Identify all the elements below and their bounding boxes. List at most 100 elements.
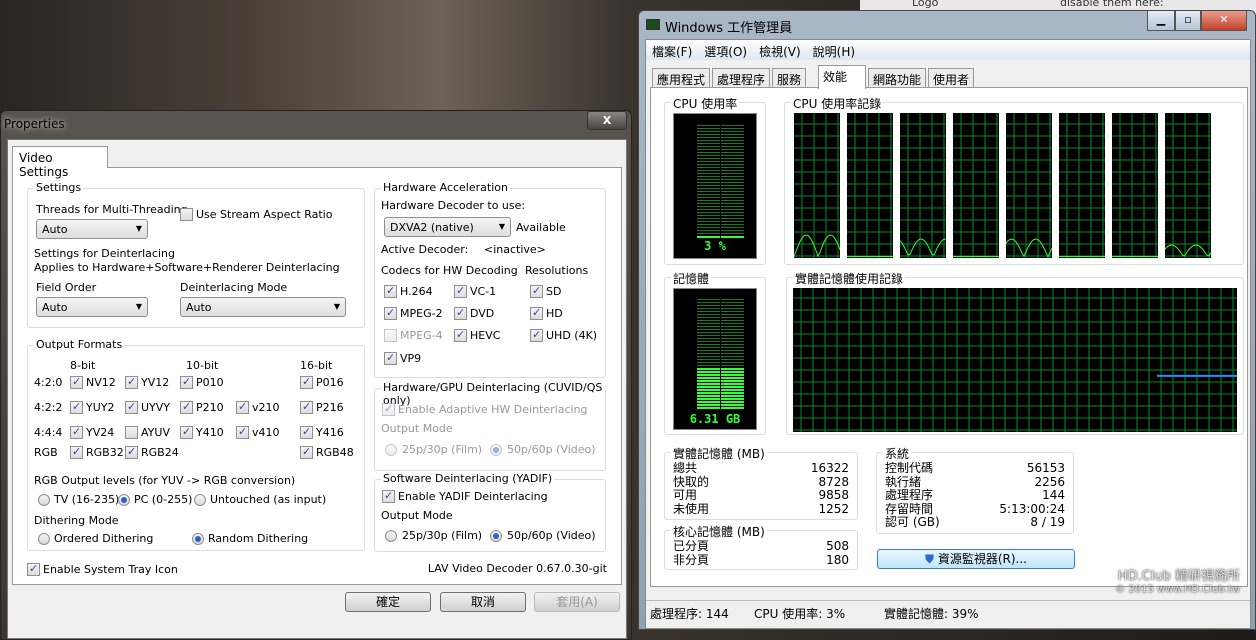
codec-vc-1-label: VC-1: [470, 285, 497, 298]
stat-row: 認可 (GB) 8 / 19: [885, 515, 1065, 530]
meter-segment: [721, 149, 744, 150]
format-ayuv-checkbox[interactable]: [125, 426, 138, 439]
group-title: 系統: [883, 445, 912, 462]
menu-options[interactable]: 選項(O): [704, 45, 747, 59]
kernel-memory-stats: 已分頁 508 非分頁 180: [673, 539, 849, 567]
format-p216-checkbox[interactable]: [300, 400, 313, 414]
meter-segment: [721, 383, 744, 385]
threads-select[interactable]: Auto: [36, 219, 148, 239]
meter-segment: [721, 326, 744, 327]
meter-segment: [697, 350, 720, 351]
physical-memory-stats: 總共 16322 快取的 8728 可用 9858 未使用 1252: [673, 461, 849, 516]
format-rgb48-checkbox[interactable]: [300, 445, 313, 459]
codec-mpeg-2-checkbox[interactable]: [384, 306, 397, 320]
res-0-checkbox[interactable]: [530, 284, 543, 298]
codec-h.264-label: H.264: [400, 285, 433, 298]
meter-segment: [721, 182, 744, 183]
sw-film-radio[interactable]: [385, 530, 397, 542]
deint-mode-select[interactable]: Auto: [180, 297, 346, 317]
tab-video-settings[interactable]: Video Settings: [12, 146, 108, 179]
radio-0[interactable]: [38, 494, 50, 506]
meter-segment: [697, 230, 720, 231]
format-uyvy-checkbox[interactable]: [125, 400, 138, 414]
format-p016-checkbox[interactable]: [300, 375, 313, 389]
codec-vc-1-checkbox[interactable]: [454, 284, 467, 298]
format-p010-checkbox[interactable]: [180, 375, 193, 389]
format-yv24-checkbox[interactable]: [70, 425, 83, 439]
tab-processes[interactable]: 處理程序: [712, 68, 771, 88]
close-button[interactable]: ✕: [1201, 11, 1247, 31]
menu-help[interactable]: 說明(H): [813, 45, 855, 59]
res-1-checkbox[interactable]: [530, 306, 543, 320]
decoder-select[interactable]: DXVA2 (native): [384, 217, 511, 237]
format-v210-checkbox[interactable]: [236, 400, 249, 414]
yadif-checkbox[interactable]: [382, 489, 395, 503]
meter-segment: [697, 389, 720, 391]
tab-applications[interactable]: 應用程式: [652, 68, 711, 88]
format-p210-checkbox[interactable]: [180, 400, 193, 414]
maximize-button[interactable]: ▫: [1175, 11, 1201, 31]
format-rgb24-checkbox[interactable]: [125, 445, 138, 459]
codec-mpeg-4-checkbox[interactable]: [384, 329, 397, 342]
format-rgb32-checkbox[interactable]: [70, 445, 83, 459]
gpu-deint-group: Hardware/GPU Deinterlacing (CUVID/QS onl…: [374, 381, 606, 471]
meter-segment: [697, 302, 720, 303]
sw-video-radio[interactable]: [490, 530, 502, 542]
codec-h.264-checkbox[interactable]: [384, 284, 397, 298]
adaptive-hw-deint-checkbox[interactable]: [382, 402, 395, 416]
stat-value: 508: [826, 539, 849, 553]
format-yuy2-checkbox[interactable]: [70, 400, 83, 414]
radio-2[interactable]: [194, 494, 206, 506]
output-formats-group: Output Formats 8-bit 10-bit 16-bit RGB O…: [27, 338, 365, 551]
tab-services[interactable]: 服務: [772, 68, 807, 88]
tab-networking[interactable]: 網路功能: [868, 68, 927, 88]
format-uyvy-label: UYVY: [141, 401, 171, 414]
format-y416-checkbox[interactable]: [300, 425, 313, 439]
meter-segment: [697, 134, 720, 135]
stat-value: 144: [1042, 488, 1065, 502]
tab-performance[interactable]: 效能: [818, 65, 866, 89]
codec-hevc-checkbox[interactable]: [454, 328, 467, 342]
meter-segment: [721, 164, 744, 165]
resource-monitor-button[interactable]: ⛊ 資源監視器(R)...: [877, 549, 1075, 569]
meter-segment: [721, 194, 744, 195]
format-y410-checkbox[interactable]: [180, 425, 193, 439]
gpu-video-radio[interactable]: [490, 444, 502, 456]
format-yv12-checkbox[interactable]: [125, 375, 138, 389]
cpu-core-graph: [794, 113, 840, 258]
gpu-film-radio[interactable]: [385, 444, 397, 456]
tray-icon-label: Enable System Tray Icon: [43, 563, 178, 576]
meter-segment: [721, 206, 744, 207]
tray-icon-checkbox[interactable]: [27, 562, 40, 576]
deint-title: Settings for Deinterlacing: [34, 247, 175, 260]
menu-view[interactable]: 檢視(V): [759, 45, 801, 59]
meter-segment: [697, 305, 720, 306]
apply-button[interactable]: 套用(A): [534, 592, 620, 612]
meter-segment: [721, 233, 744, 234]
format-v410-checkbox[interactable]: [236, 425, 249, 439]
radio-1[interactable]: [192, 533, 204, 545]
close-button[interactable]: X: [587, 111, 627, 130]
stat-row: 執行緒 2256: [885, 475, 1065, 490]
stat-row: 快取的 8728: [673, 475, 849, 490]
radio-1[interactable]: [118, 494, 130, 506]
minimize-button[interactable]: ▁: [1147, 11, 1175, 31]
codec-dvd-checkbox[interactable]: [454, 306, 467, 320]
menu-file[interactable]: 檔案(F): [652, 45, 692, 59]
meter-segment: [697, 200, 720, 201]
format-y410-label: Y410: [196, 426, 224, 439]
group-title: CPU 使用率: [671, 95, 740, 112]
cancel-button[interactable]: 取消: [440, 592, 526, 612]
meter-segment: [721, 161, 744, 162]
format-nv12-checkbox[interactable]: [70, 375, 83, 389]
field-order-select[interactable]: Auto: [36, 297, 148, 317]
ok-button[interactable]: 確定: [345, 592, 431, 612]
codec-vp9-checkbox[interactable]: [384, 351, 397, 365]
deint-subtitle: Applies to Hardware+Software+Renderer De…: [34, 261, 340, 274]
memory-meter-bars: [697, 299, 744, 409]
tab-users[interactable]: 使用者: [928, 68, 975, 88]
radio-0[interactable]: [38, 533, 50, 545]
res-2-checkbox[interactable]: [530, 328, 543, 342]
aspect-ratio-checkbox[interactable]: [180, 208, 193, 221]
physical-memory-group: 實體記憶體 (MB) 總共 16322 快取的 8728 可用 9858 未使用 1252: [664, 445, 858, 520]
